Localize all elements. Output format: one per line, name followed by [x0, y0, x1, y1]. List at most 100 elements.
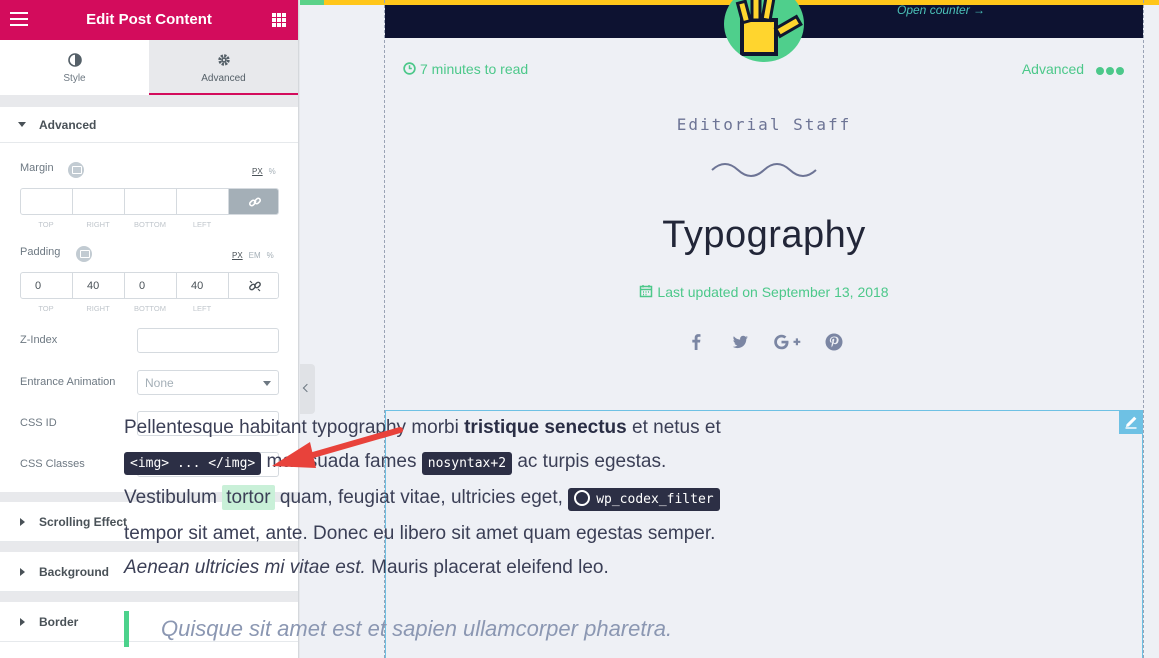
caret-right-icon [20, 617, 25, 626]
padding-left-input[interactable]: 40 [177, 273, 229, 298]
hero-link[interactable]: Open counter → [897, 5, 985, 17]
padding-top-input[interactable]: 0 [21, 273, 73, 298]
section-border-title: Border [39, 614, 79, 629]
padding-unit-px[interactable]: PX [232, 251, 243, 260]
difficulty-level: Advanced [1022, 61, 1124, 78]
paragraph-text: ac turpis egestas. [512, 451, 667, 472]
wordpress-icon [574, 490, 591, 506]
widgets-grid-icon[interactable] [272, 13, 286, 27]
social-share-row [685, 331, 845, 353]
entrance-animation-value: None [145, 376, 174, 390]
responsive-desktop-icon[interactable] [76, 246, 92, 262]
margin-unit-px[interactable]: PX [252, 167, 263, 176]
margin-link-button[interactable] [229, 189, 278, 214]
panel-title: Edit Post Content [86, 11, 212, 28]
pinterest-icon[interactable] [823, 331, 845, 353]
google-plus-icon[interactable] [773, 331, 801, 353]
css-id-label: CSS ID [20, 417, 57, 429]
wp-code-text: wp_codex_filter [596, 492, 714, 507]
margin-right-input[interactable] [73, 189, 125, 214]
chevron-down-icon [263, 381, 271, 386]
tabs-separator [0, 95, 298, 107]
section-scrolling-effect-title: Scrolling Effect [39, 514, 128, 529]
caret-right-icon [20, 567, 25, 576]
section-background-title: Background [39, 564, 110, 579]
entrance-animation-label: Entrance Animation [20, 376, 116, 388]
padding-unit-percent[interactable]: % [267, 251, 274, 260]
padding-side-labels: TOP RIGHT BOTTOM LEFT [20, 304, 279, 313]
margin-top-input[interactable] [21, 189, 73, 214]
edit-widget-button[interactable] [1119, 410, 1143, 434]
italic-text: Aenean ultricies mi vitae est. [124, 557, 366, 578]
blockquote: Quisque sit amet est et sapien ullamcorp… [124, 611, 672, 647]
difficulty-level-text: Advanced [1021, 61, 1085, 77]
side-label-left: LEFT [192, 304, 212, 313]
padding-right-input[interactable]: 40 [73, 273, 125, 298]
tab-style-label: Style [63, 73, 86, 84]
padding-units: PX EM% [232, 251, 280, 260]
contrast-icon [67, 53, 82, 67]
facebook-icon[interactable] [685, 331, 707, 353]
z-index-input[interactable] [137, 328, 279, 353]
last-updated-text: Last updated on September 13, 2018 [657, 284, 889, 300]
author-name[interactable]: Editorial Staff [385, 115, 1143, 134]
padding-unit-em[interactable]: EM [249, 251, 261, 260]
paragraph-text: Vestibulum [124, 487, 223, 508]
side-label-bottom: BOTTOM [134, 220, 166, 229]
panel-collapse-handle[interactable] [300, 364, 315, 414]
caret-down-icon [18, 122, 26, 127]
margin-side-labels: TOP RIGHT BOTTOM LEFT [20, 220, 279, 229]
paragraph-text: Mauris placerat eleifend leo. [365, 557, 609, 578]
margin-unit-percent[interactable]: % [269, 167, 276, 176]
paragraph-text: quam, feugiat vitae, ultricies eget, [274, 487, 569, 508]
unlink-icon [249, 280, 261, 292]
calendar-icon [640, 285, 653, 298]
paragraph-text: tempor sit amet, ante. Donec eu libero s… [124, 523, 716, 544]
padding-unlink-button[interactable] [229, 273, 278, 298]
entrance-animation-select[interactable]: None [137, 370, 279, 395]
highlighted-text: tortor [222, 485, 275, 510]
section-gap [0, 592, 298, 602]
side-label-bottom: BOTTOM [134, 304, 166, 313]
pencil-icon [1125, 416, 1137, 429]
tab-advanced[interactable]: Advanced [149, 40, 298, 95]
page-title: Typography [662, 214, 866, 256]
padding-dimensions: 0 40 0 40 [20, 272, 279, 299]
section-advanced-header[interactable]: Advanced [0, 107, 298, 143]
post-content-paragraph: Pellentesque habitant typography morbi t… [124, 411, 804, 585]
top-accent-bar-start [300, 0, 324, 5]
inline-code: nosyntax+2 [421, 452, 513, 475]
margin-bottom-input[interactable] [125, 189, 177, 214]
margin-units: PX% [252, 167, 282, 176]
annotation-arrow-icon [272, 427, 403, 468]
inline-code: <img> ... </img> [124, 452, 262, 475]
tab-advanced-label: Advanced [201, 73, 246, 84]
read-time-text: 7 minutes to read [420, 61, 529, 77]
squiggle-divider [711, 163, 817, 177]
bold-text: tristique senectus [464, 417, 627, 438]
section-advanced-title: Advanced [39, 117, 97, 132]
margin-left-input[interactable] [177, 189, 229, 214]
panel-tabs: Style Advanced [0, 40, 298, 95]
tab-style[interactable]: Style [0, 40, 149, 95]
caret-right-icon [20, 517, 25, 526]
twitter-icon[interactable] [729, 331, 751, 353]
css-classes-label: CSS Classes [20, 458, 85, 470]
margin-label: Margin [20, 162, 54, 174]
link-icon [248, 197, 262, 207]
difficulty-dots [1094, 62, 1124, 78]
side-label-right: RIGHT [86, 220, 110, 229]
gear-icon [217, 54, 230, 66]
side-label-top: TOP [38, 304, 54, 313]
z-index-label: Z-Index [20, 334, 58, 346]
wp-code-badge: wp_codex_filter [568, 488, 720, 511]
last-updated: Last updated on September 13, 2018 [385, 284, 1143, 300]
clock-icon [403, 62, 416, 75]
padding-label: Padding [20, 246, 61, 258]
read-time: 7 minutes to read [403, 61, 528, 77]
responsive-desktop-icon[interactable] [68, 162, 84, 178]
panel-header: Edit Post Content [0, 0, 298, 40]
side-label-right: RIGHT [86, 304, 110, 313]
padding-bottom-input[interactable]: 0 [125, 273, 177, 298]
margin-dimensions [20, 188, 279, 215]
